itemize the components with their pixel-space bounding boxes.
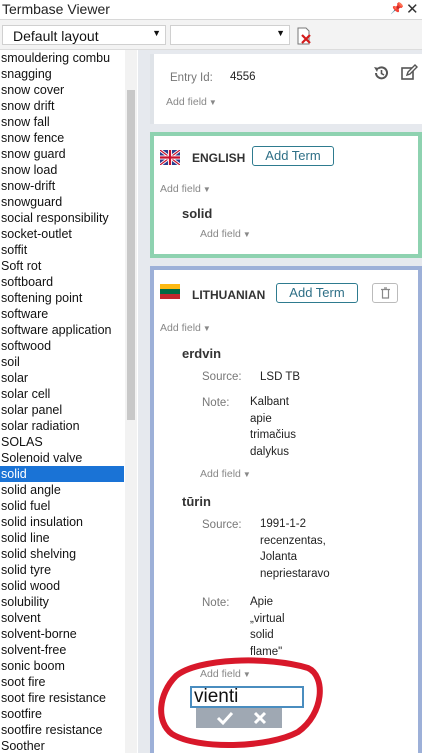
language-name: LITHUANIAN [192, 288, 266, 302]
term-list-item[interactable]: softboard [0, 274, 124, 290]
english-language-card: ENGLISH Add Term Add field ▼ solid Add fi… [150, 132, 422, 258]
term-list-item[interactable]: solid angle [0, 482, 124, 498]
term-list-item[interactable]: solid shelving [0, 546, 124, 562]
term-list-item[interactable]: software [0, 306, 124, 322]
term-list-item[interactable]: snagging [0, 66, 124, 82]
term-list-item[interactable]: solar radiation [0, 418, 124, 434]
check-icon[interactable] [216, 710, 234, 726]
filter-select[interactable]: ▼ [170, 25, 290, 45]
entry-id-label: Entry Id: [170, 72, 213, 84]
term-list-item[interactable]: snow guard [0, 146, 124, 162]
term-list-item[interactable]: solid [0, 466, 124, 482]
cancel-icon[interactable] [252, 710, 268, 726]
add-field-link[interactable]: Add field ▼ [200, 228, 251, 240]
window-title: Termbase Viewer [2, 1, 110, 17]
history-icon[interactable] [372, 64, 390, 82]
term-list-item[interactable]: solar [0, 370, 124, 386]
term-list-item[interactable]: solid fuel [0, 498, 124, 514]
term-list-item[interactable]: snow cover [0, 82, 124, 98]
term-list-item[interactable]: soot fire [0, 674, 124, 690]
term-list-item[interactable]: Soother [0, 738, 124, 753]
lithuanian-language-card: LITHUANIAN Add Term Add field ▼ erdvin So… [150, 266, 422, 753]
note-value: Apie „virtual solid flame" [250, 596, 285, 658]
term-list-item[interactable]: soil [0, 354, 124, 370]
trash-icon [381, 287, 390, 299]
term-list-item[interactable]: solar panel [0, 402, 124, 418]
edit-icon[interactable] [400, 64, 418, 82]
term-list-item[interactable]: solid tyre [0, 562, 124, 578]
source-label: Source: [202, 371, 242, 383]
term-list-item[interactable]: snowguard [0, 194, 124, 210]
term-list-item[interactable]: softwood [0, 338, 124, 354]
edit-actions-bar [196, 708, 282, 728]
term-list-item[interactable]: solvent-borne [0, 626, 124, 642]
note-label: Note: [202, 397, 230, 409]
title-bar: Termbase Viewer 📌 ✕ [0, 0, 422, 20]
term-list-item[interactable]: solvent-free [0, 642, 124, 658]
term-list-item[interactable]: sootfire [0, 706, 124, 722]
term-text[interactable]: tūrin [182, 494, 211, 509]
layout-select[interactable]: Default layout ▼ [2, 25, 166, 45]
uk-flag-icon [160, 150, 180, 165]
new-term-input-box[interactable] [190, 686, 304, 708]
lithuania-flag-icon [160, 284, 180, 299]
term-text[interactable]: erdvin [182, 346, 221, 361]
close-icon[interactable]: ✕ [406, 0, 419, 18]
term-list-item[interactable]: sootfire resistance [0, 722, 124, 738]
clear-filter-icon[interactable] [296, 27, 312, 45]
toolbar: Default layout ▼ ▼ [0, 20, 422, 50]
term-list-item[interactable]: snow drift [0, 98, 124, 114]
add-term-button[interactable]: Add Term [252, 146, 334, 166]
term-list-item[interactable]: solid insulation [0, 514, 124, 530]
term-list-item[interactable]: sonic boom [0, 658, 124, 674]
entry-panel: Entry Id: 4556 Add field ▼ ENGLISH Add Te… [138, 50, 422, 753]
term-list-item[interactable]: solid line [0, 530, 124, 546]
term-list-item[interactable]: softening point [0, 290, 124, 306]
layout-select-value: Default layout [13, 28, 99, 44]
term-list-item[interactable]: soot fire resistance [0, 690, 124, 706]
term-list-item[interactable]: Soft rot [0, 258, 124, 274]
source-label: Source: [202, 519, 242, 531]
term-text[interactable]: solid [182, 206, 212, 221]
add-field-link[interactable]: Add field ▼ [160, 322, 211, 334]
term-list-item[interactable]: snow load [0, 162, 124, 178]
add-field-link[interactable]: Add field ▼ [200, 468, 251, 480]
term-list-item[interactable]: Solenoid valve [0, 450, 124, 466]
term-list-item[interactable]: software application [0, 322, 124, 338]
add-term-button[interactable]: Add Term [276, 283, 358, 303]
add-field-link[interactable]: Add field ▼ [200, 668, 251, 680]
note-label: Note: [202, 597, 230, 609]
note-value: Kalbant apie trimačius dalykus [250, 396, 297, 458]
term-list: smouldering combu snagging snow cover snow … [0, 50, 124, 753]
pin-icon[interactable]: 📌 [390, 2, 404, 15]
chevron-down-icon: ▼ [152, 28, 161, 38]
term-list-item[interactable]: smouldering combu [0, 50, 124, 66]
chevron-down-icon: ▼ [276, 28, 285, 38]
term-list-item[interactable]: soffit [0, 242, 124, 258]
term-list-item[interactable]: social responsibility [0, 210, 124, 226]
term-list-item[interactable]: solid wood [0, 578, 124, 594]
term-list-item[interactable]: solvent [0, 610, 124, 626]
language-name: ENGLISH [192, 151, 246, 165]
term-list-item[interactable]: SOLAS [0, 434, 124, 450]
term-list-item[interactable]: solar cell [0, 386, 124, 402]
term-list-item[interactable]: solubility [0, 594, 124, 610]
term-list-item[interactable]: snow fence [0, 130, 124, 146]
term-list-item[interactable]: socket-outlet [0, 226, 124, 242]
entry-id-value: 4556 [230, 71, 256, 83]
add-field-link[interactable]: Add field ▼ [166, 96, 217, 108]
source-value: LSD TB [260, 371, 301, 383]
term-list-scrollbar-thumb[interactable] [127, 90, 135, 420]
term-list-item[interactable]: snow-drift [0, 178, 124, 194]
new-term-input[interactable] [192, 688, 302, 706]
add-field-link[interactable]: Add field ▼ [160, 183, 211, 195]
term-list-item[interactable]: snow fall [0, 114, 124, 130]
source-value: 1991-1-2 recenzentas, Jolanta nepriestar… [260, 518, 330, 580]
entry-card: Entry Id: 4556 Add field ▼ [150, 54, 422, 124]
delete-language-button[interactable] [372, 283, 398, 303]
